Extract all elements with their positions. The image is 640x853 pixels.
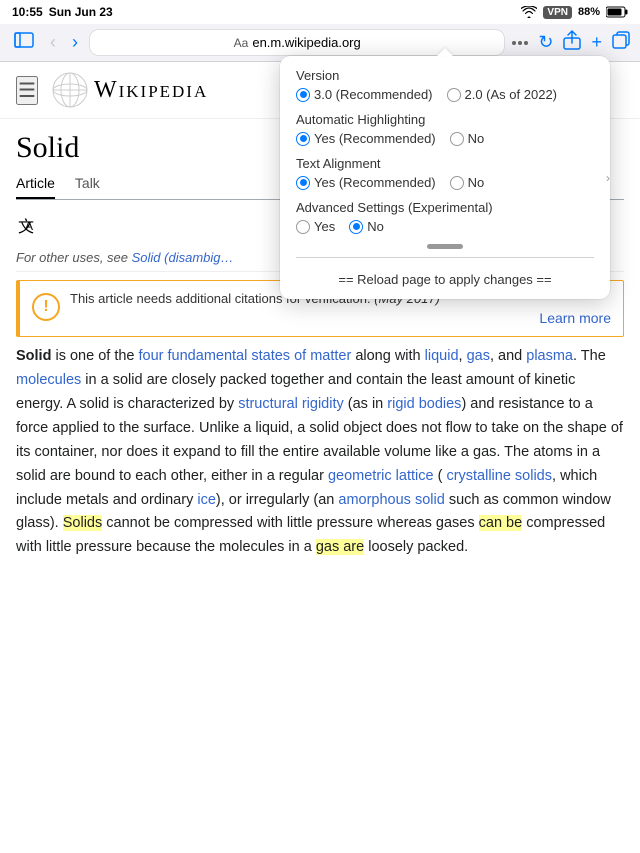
settings-text-align: Text Alignment Yes (Recommended) No — [296, 156, 594, 190]
battery: 88% — [578, 6, 600, 18]
highlight-can-be: can be — [479, 515, 523, 531]
highlight-solids: Solids — [63, 515, 103, 531]
text-align-label: Text Alignment — [296, 156, 594, 171]
settings-version: Version 3.0 (Recommended) 2.0 (As of 202… — [296, 68, 594, 102]
text-align-options: Yes (Recommended) No — [296, 175, 594, 190]
align-no-option[interactable]: No — [450, 175, 485, 190]
auto-highlight-label: Automatic Highlighting — [296, 112, 594, 127]
link-liquid[interactable]: liquid — [425, 348, 459, 364]
browser-nav: ‹ › Aa en.m.wikipedia.org ↻ + — [10, 30, 630, 55]
dots-btn[interactable] — [512, 41, 528, 45]
scroll-indicator — [427, 244, 463, 249]
advanced-no-option[interactable]: No — [349, 219, 384, 234]
wifi-icon — [521, 6, 537, 18]
version-2-radio — [447, 88, 461, 102]
link-amorphous-solid[interactable]: amorphous solid — [338, 492, 444, 508]
link-rigid-bodies[interactable]: rigid bodies — [387, 396, 461, 412]
link-structural-rigidity[interactable]: structural rigidity — [238, 396, 344, 412]
auto-highlight-options: Yes (Recommended) No — [296, 131, 594, 146]
link-crystalline-solids[interactable]: crystalline solids — [446, 468, 552, 484]
link-plasma[interactable]: plasma — [526, 348, 573, 364]
forward-btn[interactable]: › — [68, 30, 82, 55]
link-geometric-lattice[interactable]: geometric lattice — [328, 468, 434, 484]
highlight-no-radio — [450, 132, 464, 146]
version-options: 3.0 (Recommended) 2.0 (As of 2022) — [296, 87, 594, 102]
back-btn[interactable]: ‹ — [46, 30, 60, 55]
align-yes-option[interactable]: Yes (Recommended) — [296, 175, 436, 190]
article-bold-solid: Solid — [16, 348, 51, 364]
window-btn[interactable] — [10, 30, 38, 55]
disambig-link[interactable]: Solid (disambig… — [132, 250, 234, 265]
share-btn[interactable] — [563, 30, 581, 55]
advanced-no-radio — [349, 220, 363, 234]
add-tab-btn[interactable]: + — [591, 32, 602, 53]
warning-icon: ! — [32, 293, 60, 321]
tab-talk[interactable]: Talk — [75, 169, 100, 199]
advanced-yes-radio — [296, 220, 310, 234]
version-3-option[interactable]: 3.0 (Recommended) — [296, 87, 433, 102]
advanced-options: Yes No — [296, 219, 594, 234]
highlight-yes-radio — [296, 132, 310, 146]
settings-auto-highlight: Automatic Highlighting Yes (Recommended)… — [296, 112, 594, 146]
settings-reload-text: == Reload page to apply changes == — [296, 266, 594, 289]
battery-icon — [606, 6, 628, 18]
reload-btn[interactable]: ↻ — [538, 32, 553, 53]
vpn-badge: VPN — [543, 6, 572, 19]
address-text: en.m.wikipedia.org — [252, 35, 360, 50]
align-no-radio — [450, 176, 464, 190]
align-yes-radio — [296, 176, 310, 190]
version-3-radio — [296, 88, 310, 102]
wiki-logo: Wikipedia — [52, 72, 208, 108]
hamburger-menu[interactable]: ☰ — [16, 76, 38, 105]
link-molecules[interactable]: molecules — [16, 372, 81, 388]
tabs-btn[interactable] — [612, 31, 630, 54]
article-paragraph: Solid is one of the four fundamental sta… — [16, 345, 624, 560]
version-label: Version — [296, 68, 594, 83]
link-gas[interactable]: gas — [467, 348, 490, 364]
reader-icon: Aa — [234, 36, 249, 50]
link-four-states[interactable]: four fundamental states of matter — [139, 348, 352, 364]
advanced-label: Advanced Settings (Experimental) — [296, 200, 594, 215]
wikipedia-title: Wikipedia — [94, 77, 208, 104]
wikipedia-globe-icon — [52, 72, 88, 108]
advanced-yes-option[interactable]: Yes — [296, 219, 335, 234]
settings-divider — [296, 257, 594, 258]
right-arrow-icon: › — [606, 171, 610, 185]
settings-advanced: Advanced Settings (Experimental) Yes No — [296, 200, 594, 234]
highlight-gas-are: gas are — [316, 539, 364, 555]
time: 10:55 — [12, 5, 43, 19]
status-bar: 10:55 Sun Jun 23 VPN 88% — [0, 0, 640, 24]
svg-text:A: A — [25, 219, 33, 233]
date: Sun Jun 23 — [49, 5, 113, 19]
language-icon: 文 A — [16, 216, 36, 236]
tab-article[interactable]: Article — [16, 169, 55, 199]
highlight-yes-option[interactable]: Yes (Recommended) — [296, 131, 436, 146]
settings-popup: Version 3.0 (Recommended) 2.0 (As of 202… — [280, 56, 610, 299]
highlight-no-option[interactable]: No — [450, 131, 485, 146]
link-ice[interactable]: ice — [197, 492, 216, 508]
article-body: Solid is one of the four fundamental sta… — [16, 345, 624, 580]
learn-more-link[interactable]: Learn more — [70, 306, 611, 326]
browser-actions: ↻ + — [512, 30, 630, 55]
version-2-option[interactable]: 2.0 (As of 2022) — [447, 87, 558, 102]
